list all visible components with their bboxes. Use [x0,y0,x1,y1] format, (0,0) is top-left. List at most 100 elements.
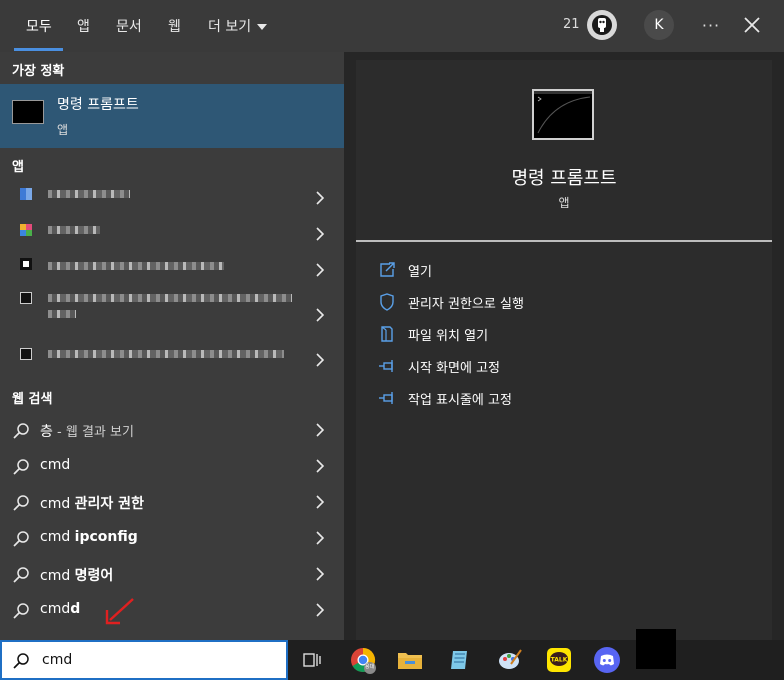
paint-button[interactable] [494,644,526,676]
chevron-right-icon [316,308,324,322]
chevron-right-icon [316,495,324,509]
chevron-right-icon [316,459,324,473]
pin-icon [379,360,393,372]
chevron-right-icon [316,567,324,581]
close-icon [744,17,760,33]
web-result-0[interactable]: 층 - 웹 결과 보기 [0,412,344,448]
notepad-button[interactable] [444,644,476,676]
search-icon [13,495,29,511]
web-result-label: cmd 명령어 [40,565,113,585]
discord-button[interactable] [591,644,623,676]
shield-icon [380,293,394,311]
search-icon [13,459,29,475]
query-text: cmd [40,496,75,512]
start-search-window: 모두 앱 문서 웹 더 보기 21 K ··· 가장 정확 명령 프롬프트 앱 … [0,0,784,680]
preview-title: 명령 프롬프트 [511,168,617,189]
rewards-points: 21 [563,17,580,32]
chevron-right-icon [316,603,324,617]
app-icon [20,292,32,304]
action-label: 작업 표시줄에 고정 [408,393,512,408]
kakaotalk-icon: TALK [547,648,571,672]
chrome-taskbar-button[interactable]: 용대 [347,644,379,676]
action-label: 관리자 권한으로 실행 [408,297,524,312]
app-icon [20,258,32,270]
kakaotalk-button[interactable]: TALK [543,644,575,676]
redacted-app-name [48,226,100,234]
redacted-app-name [48,262,224,270]
rewards-icon[interactable] [587,10,617,40]
web-result-4[interactable]: cmd 명령어 [0,556,344,592]
tab-web[interactable]: 웹 [168,0,181,52]
app-result-1[interactable] [0,180,344,216]
tab-all[interactable]: 모두 [26,0,52,52]
close-button[interactable] [741,13,763,37]
preview-panel: 명령 프롬프트 앱 열기 관리자 권한으로 실행 파일 위치 열기 시작 화면에… [356,60,772,640]
file-explorer-button[interactable] [394,644,426,676]
tab-more[interactable]: 더 보기 [208,0,268,52]
tab-label: 더 보기 [208,19,252,35]
action-label: 파일 위치 열기 [408,329,489,344]
tab-apps[interactable]: 앱 [77,0,90,52]
suggestion-text: ipconfig [74,529,138,545]
taskbar: cmd 용대 TALK [0,629,784,680]
web-result-2[interactable]: cmd 관리자 권한 [0,484,344,520]
search-icon [13,653,29,669]
account-avatar[interactable]: K [644,10,674,40]
chevron-right-icon [316,263,324,277]
search-icon [13,603,29,619]
web-result-label: cmd ipconfig [40,529,138,545]
best-match-subtitle: 앱 [57,123,69,137]
taskbar-search-box[interactable]: cmd [0,640,288,680]
search-input[interactable]: cmd [42,652,72,668]
app-result-3[interactable] [0,252,344,288]
suggestion-text: d [70,601,81,617]
query-text: cmd [40,601,71,617]
app-result-5[interactable] [0,342,344,378]
hint-text: - 웹 결과 보기 [52,425,134,440]
more-icon: ··· [701,15,721,35]
chrome-profile-badge: 용대 [365,664,375,670]
section-best-match: 가장 정확 [12,64,65,79]
web-result-5[interactable]: cmdd [0,592,344,628]
redacted-taskbar-app[interactable] [636,629,676,669]
chevron-right-icon [316,227,324,241]
search-icon [13,531,29,547]
open-icon [380,262,395,277]
preview-subtitle: 앱 [558,196,570,210]
suggestion-text: 명령어 [74,568,114,584]
web-result-label: cmd [40,457,70,473]
query-text: cmd [40,457,71,473]
command-prompt-icon [12,100,44,124]
redacted-app-name-line2 [48,310,76,318]
redacted-app-name [48,294,292,302]
app-icon [20,348,32,360]
tab-label: 문서 [116,19,142,35]
search-icon [13,423,29,439]
app-result-2[interactable] [0,216,344,252]
web-result-3[interactable]: cmd ipconfig [0,520,344,556]
web-result-label: cmdd [40,601,80,617]
notepad-icon [451,651,467,669]
section-apps: 앱 [12,160,24,175]
folder-icon [398,653,422,669]
section-web-search: 웹 검색 [12,392,53,407]
redacted-app-name [48,190,130,198]
chevron-down-icon [257,24,268,30]
active-tab-indicator [14,48,63,51]
more-options-button[interactable]: ··· [700,10,722,40]
tab-label: 모두 [26,19,52,35]
query-text: cmd [40,529,75,545]
tab-documents[interactable]: 문서 [116,0,142,52]
web-result-1[interactable]: cmd [0,448,344,484]
app-icon [20,224,32,236]
best-match-item[interactable]: 명령 프롬프트 앱 [0,84,344,148]
suggestion-text: 관리자 권한 [74,496,144,512]
chevron-right-icon [316,531,324,545]
avatar-letter: K [654,17,664,33]
action-label: 시작 화면에 고정 [408,361,500,376]
task-view-button[interactable] [296,644,328,676]
app-result-4[interactable] [0,288,344,336]
best-match-title: 명령 프롬프트 [57,97,139,113]
pin-icon [379,392,393,404]
tab-label: 웹 [168,19,181,35]
